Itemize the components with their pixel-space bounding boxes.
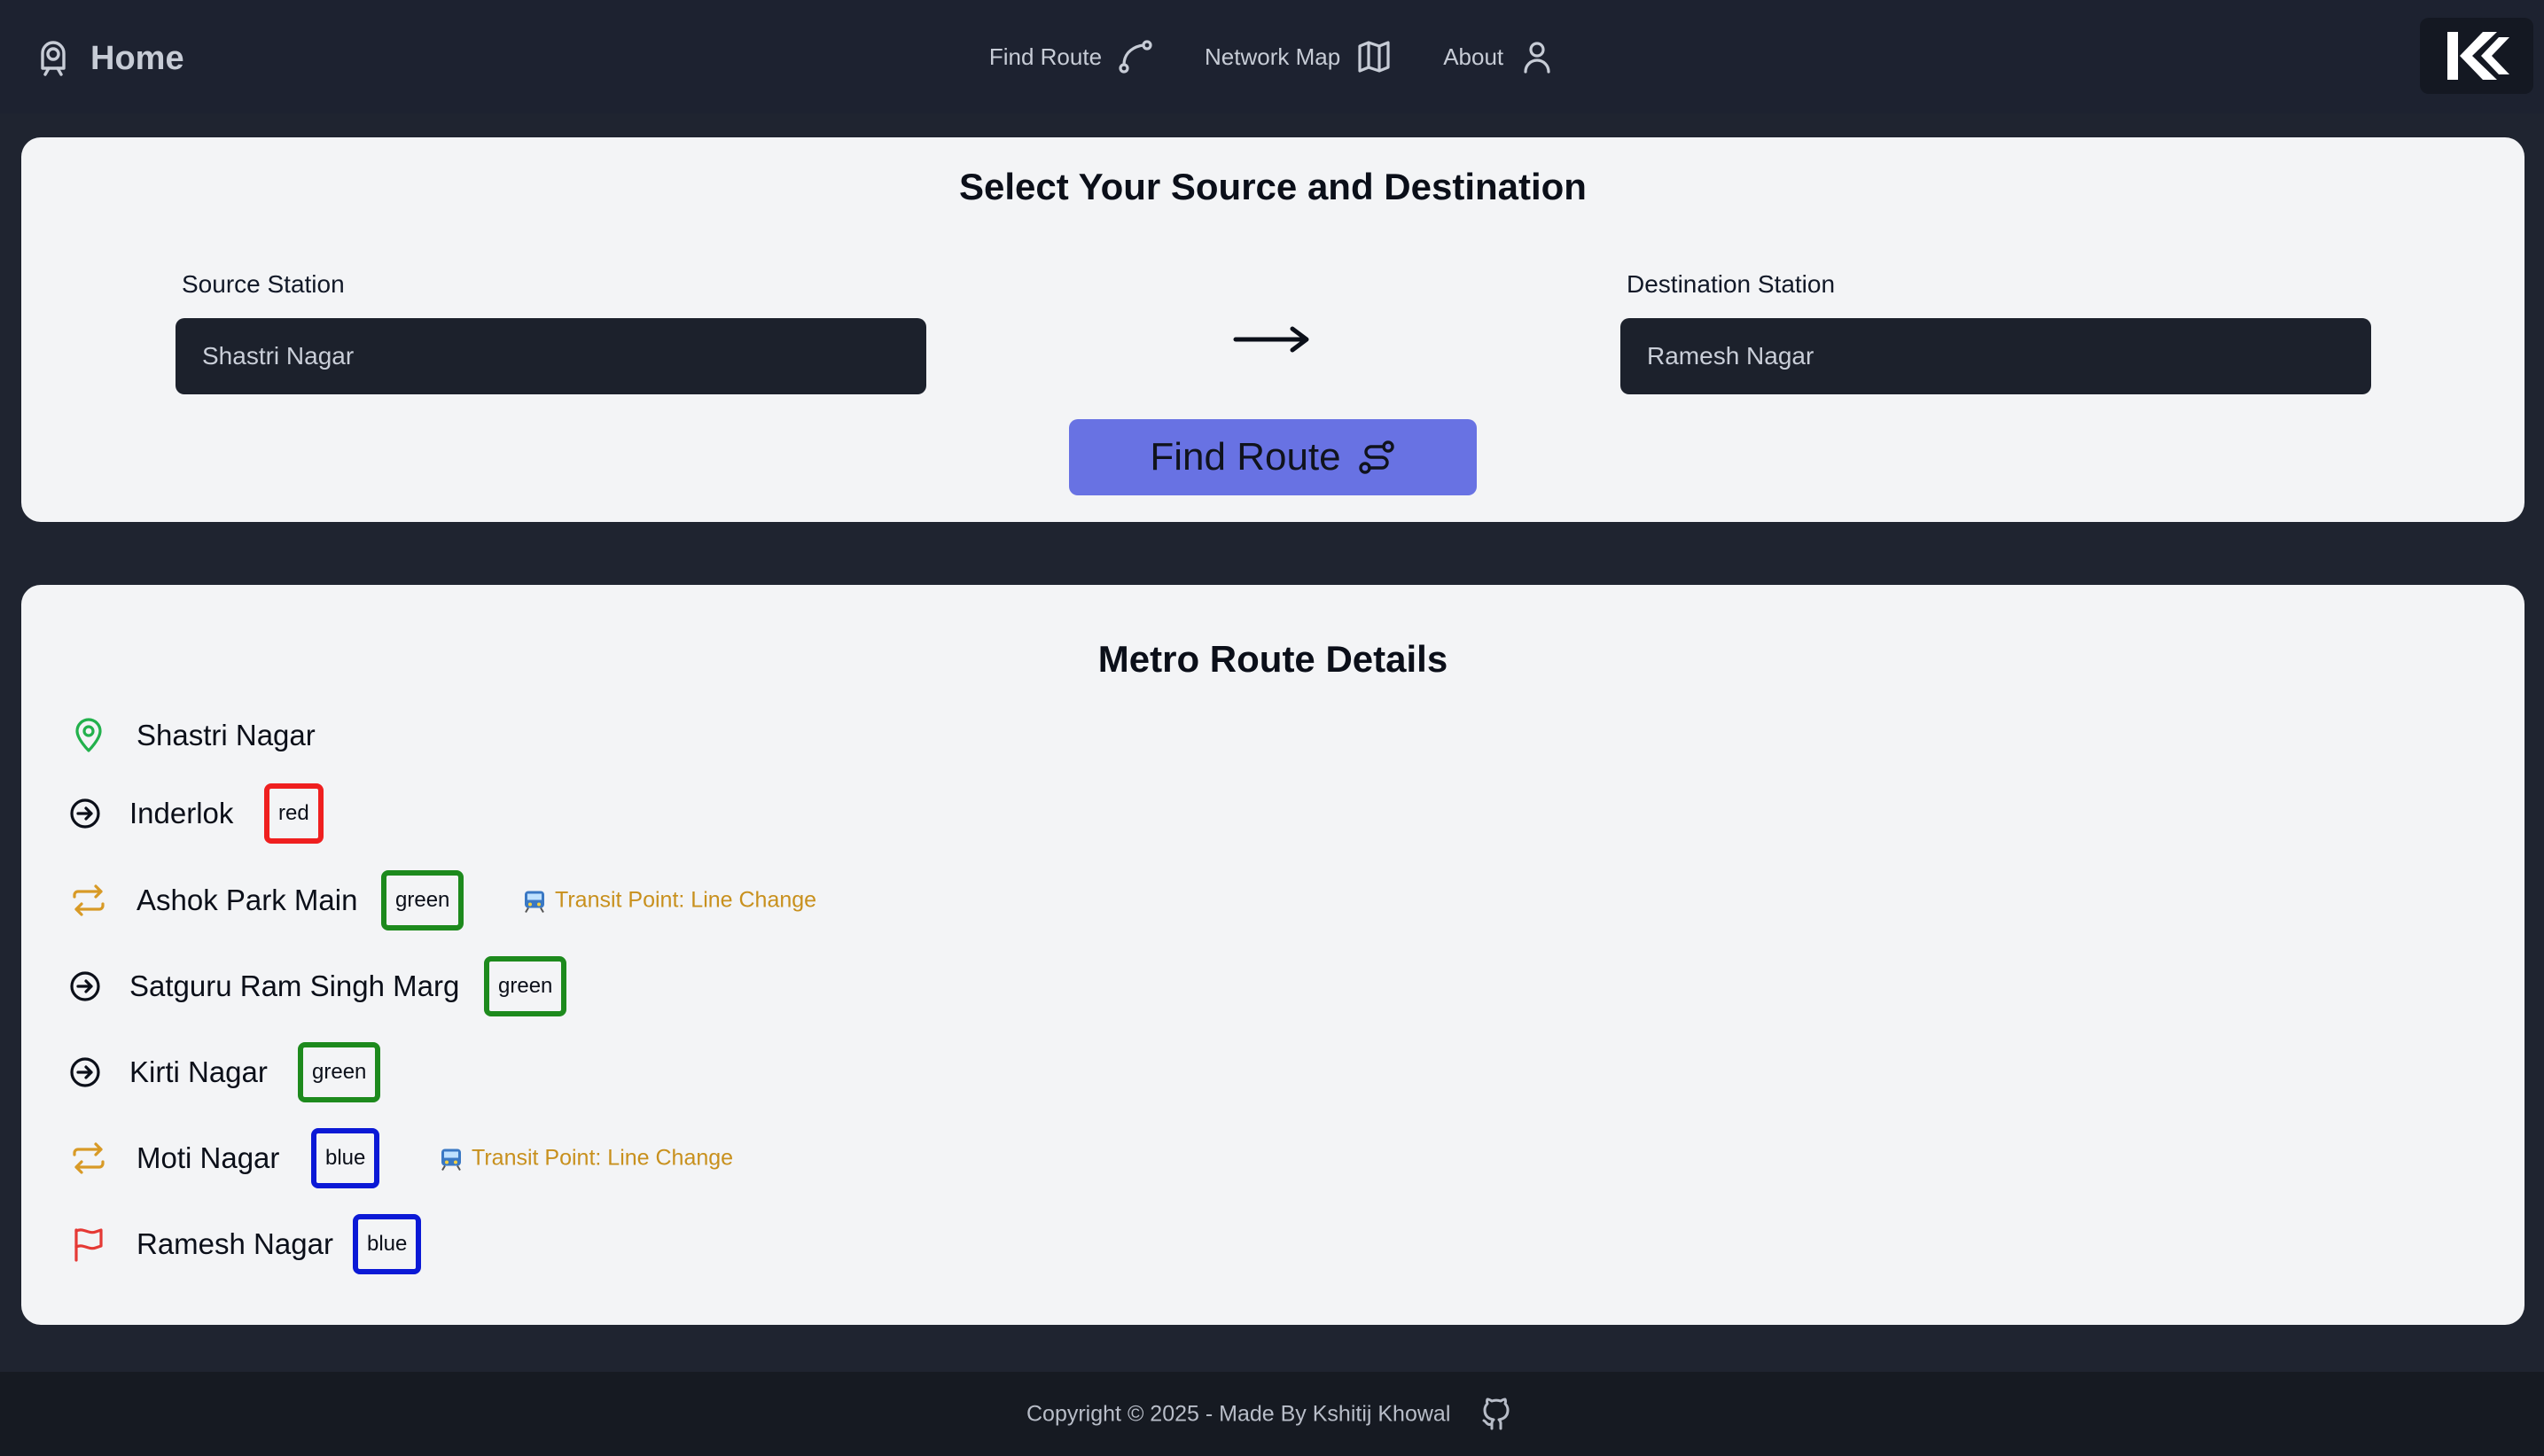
route-stop-list: Shastri Nagar Inderlok red Ashok Park Ma… (21, 585, 2524, 1325)
navbar: Home Find Route Network Map About (0, 0, 2544, 113)
train-icon (440, 1146, 463, 1171)
line-badge: blue (353, 1214, 422, 1274)
transit-label: Transit Point: Line Change (555, 887, 817, 913)
arrow-right-icon (1232, 315, 1312, 364)
line-badge: red (264, 783, 324, 844)
line-badge: green (484, 956, 567, 1016)
logo[interactable] (2420, 18, 2533, 94)
transit-point-note: Transit Point: Line Change (440, 1146, 733, 1172)
line-badge: blue (311, 1128, 380, 1188)
nav-network-map-label: Network Map (1205, 43, 1341, 70)
arrow-circle-icon (67, 1055, 103, 1090)
nav-about-label: About (1443, 43, 1504, 70)
copyright-text: Copyright © 2025 - Made By Kshitij Khowa… (1026, 1401, 1451, 1426)
selector-title: Select Your Source and Destination (959, 166, 1587, 207)
home-label: Home (90, 39, 184, 77)
arrow-circle-icon (67, 969, 103, 1004)
line-badge: green (381, 870, 464, 930)
source-station-select[interactable]: Shastri Nagar (176, 318, 926, 394)
footer: Copyright © 2025 - Made By Kshitij Khowa… (0, 1372, 2544, 1456)
line-badge: green (298, 1042, 381, 1102)
route-details-card: Metro Route Details Shastri Nagar Inderl… (21, 585, 2524, 1325)
nav-about[interactable]: About (1443, 39, 1555, 74)
user-icon (1519, 39, 1555, 74)
route-squiggle-icon (1357, 438, 1396, 477)
stop-name: Kirti Nagar (129, 1055, 268, 1088)
train-icon (523, 888, 546, 913)
logo-mark-icon (2447, 32, 2509, 80)
stop-name: Ashok Park Main (137, 884, 358, 916)
nav-find-route-label: Find Route (988, 43, 1103, 70)
nav-find-route[interactable]: Find Route (989, 39, 1153, 74)
route-selector-card: Select Your Source and Destination Sourc… (21, 137, 2524, 522)
route-icon (1118, 39, 1153, 74)
stop-name: Shastri Nagar (137, 719, 316, 751)
transfer-icon (71, 883, 106, 918)
stop-name: Satguru Ram Singh Marg (129, 969, 460, 1002)
destination-label: Destination Station (1627, 270, 1836, 298)
stop-name: Ramesh Nagar (137, 1227, 333, 1260)
stop-name: Moti Nagar (137, 1141, 280, 1174)
transit-label: Transit Point: Line Change (472, 1145, 734, 1171)
find-route-button-label: Find Route (1150, 435, 1341, 479)
flag-icon (71, 1226, 106, 1262)
nav-network-map[interactable]: Network Map (1205, 39, 1392, 74)
stop-name: Inderlok (129, 797, 234, 829)
map-icon (1356, 39, 1392, 74)
nav-links: Find Route Network Map About (975, 32, 1569, 82)
arrow-circle-icon (67, 796, 103, 831)
transfer-icon (71, 1141, 106, 1176)
destination-station-select[interactable]: Ramesh Nagar (1620, 318, 2371, 394)
map-pin-icon (71, 718, 106, 753)
home-icon (35, 39, 71, 78)
github-icon[interactable] (1479, 1397, 1514, 1432)
home-link[interactable]: Home (35, 34, 184, 83)
find-route-button[interactable]: Find Route (1069, 419, 1477, 495)
transit-point-note: Transit Point: Line Change (523, 888, 816, 914)
source-label: Source Station (182, 270, 345, 298)
